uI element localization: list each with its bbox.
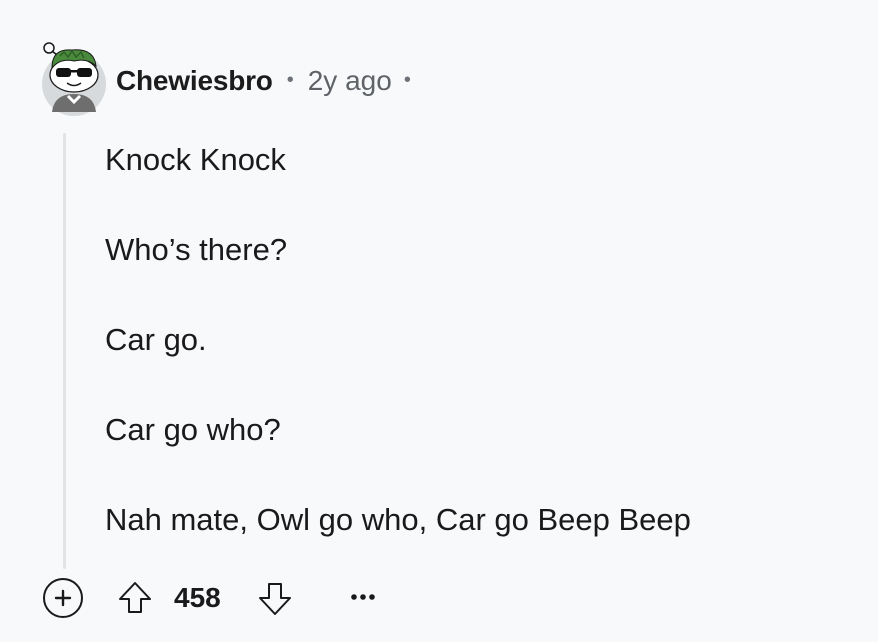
thread-line[interactable] <box>63 133 66 569</box>
author-username[interactable]: Chewiesbro <box>116 65 273 97</box>
comment-header: Chewiesbro • 2y ago • <box>116 61 411 101</box>
comment-timestamp[interactable]: 2y ago <box>308 65 392 97</box>
more-options-button[interactable] <box>348 582 378 612</box>
separator-dot: • <box>286 68 294 91</box>
comment-paragraph: Car go. <box>105 322 207 357</box>
comment: Chewiesbro • 2y ago • Knock Knock Who’s … <box>0 0 878 642</box>
expand-thread-button[interactable] <box>43 578 83 618</box>
plus-icon <box>54 589 72 607</box>
comment-body: Knock Knock Who’s there? Car go. Car go … <box>105 140 865 540</box>
comment-paragraph: Car go who? <box>105 412 281 447</box>
comment-paragraph: Who’s there? <box>105 232 288 267</box>
comment-paragraph: Nah mate, Owl go who, Car go Beep Beep <box>105 502 691 537</box>
ellipsis-icon <box>351 594 375 600</box>
snoo-avatar-icon <box>42 42 106 116</box>
upvote-button[interactable] <box>116 578 154 618</box>
user-avatar[interactable] <box>38 40 110 116</box>
vote-score: 458 <box>174 582 221 613</box>
arrow-down-icon <box>259 583 291 615</box>
comment-paragraph: Knock Knock <box>105 142 286 177</box>
downvote-button[interactable] <box>256 580 294 620</box>
separator-dot: • <box>403 68 411 91</box>
arrow-up-icon <box>119 582 151 613</box>
